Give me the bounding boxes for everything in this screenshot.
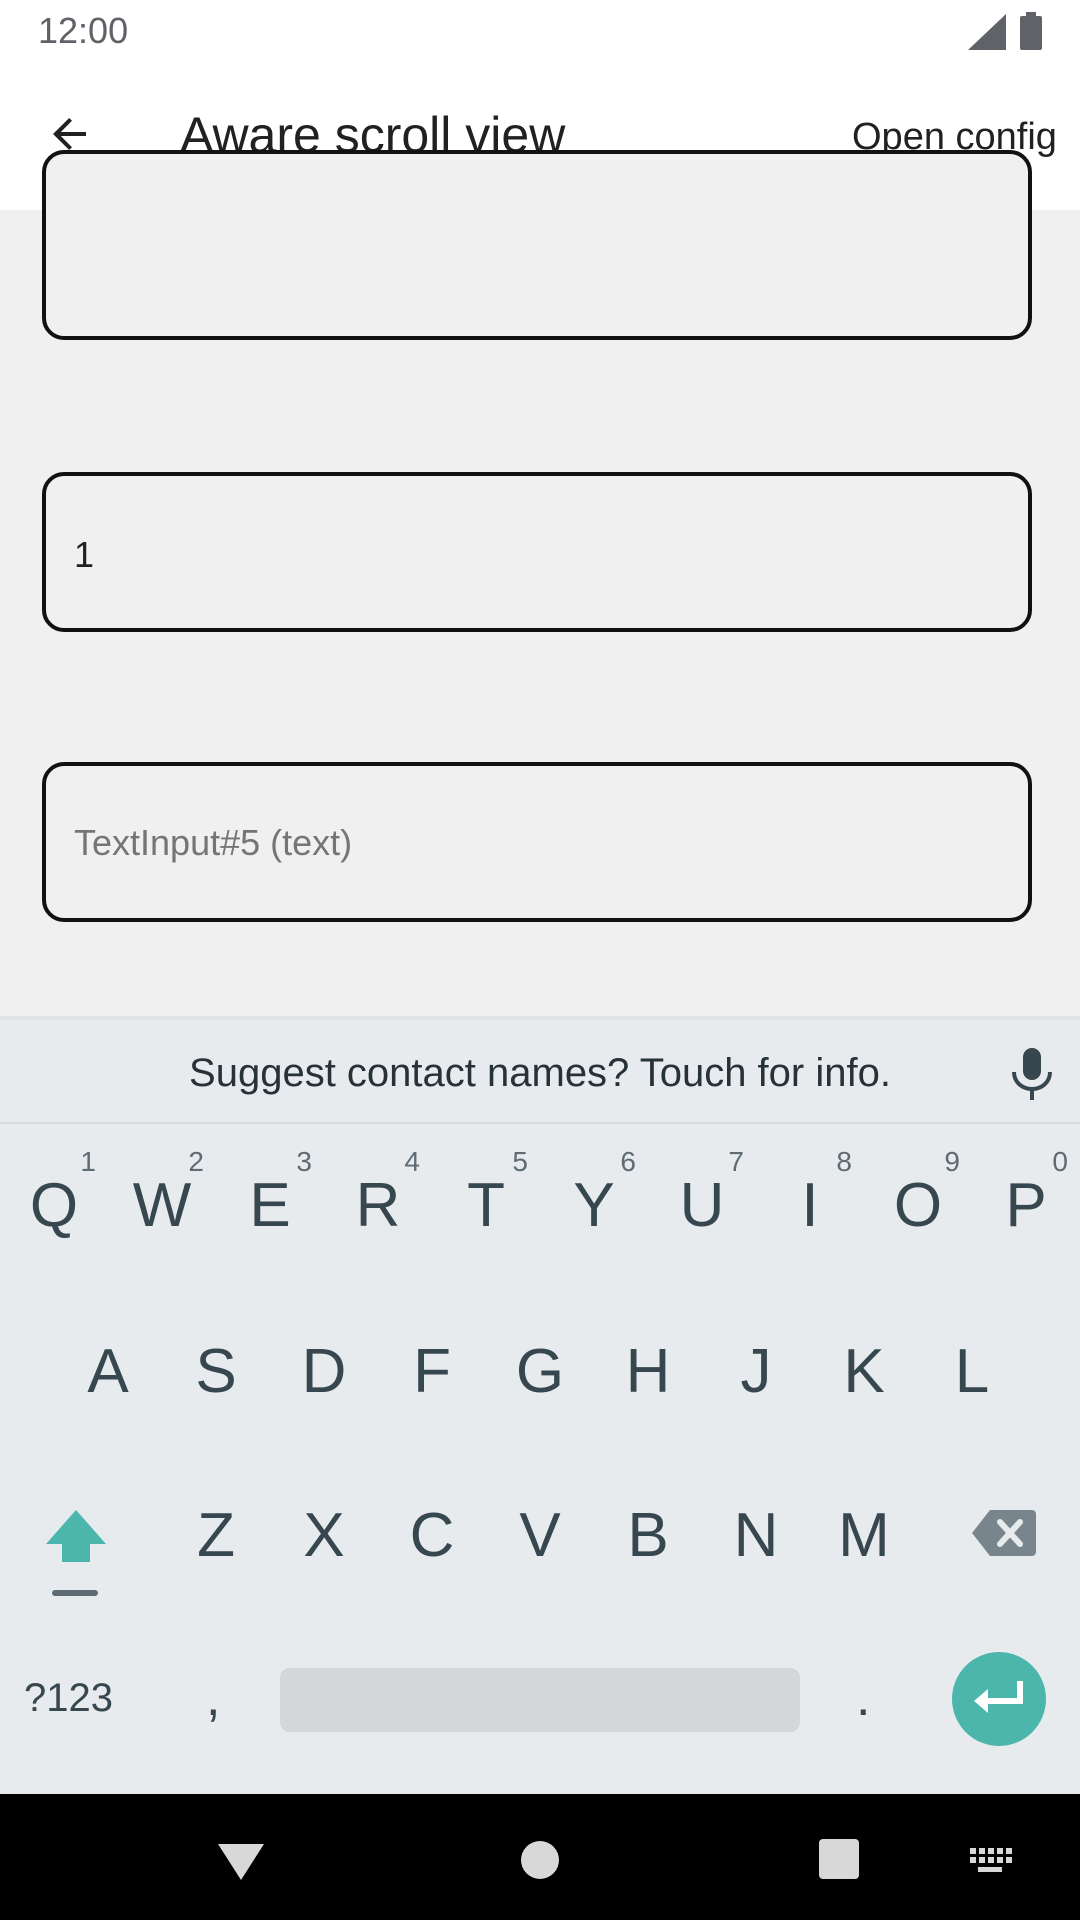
nav-keyboard-icon[interactable] bbox=[968, 1846, 1012, 1874]
key-v[interactable]: V bbox=[486, 1470, 594, 1600]
text-input-4[interactable]: 1 bbox=[42, 472, 1032, 632]
shift-icon[interactable] bbox=[44, 1506, 108, 1566]
status-time: 12:00 bbox=[38, 10, 129, 51]
key-j[interactable]: J bbox=[702, 1306, 810, 1436]
key-f[interactable]: F bbox=[378, 1306, 486, 1436]
key-z[interactable]: Z bbox=[162, 1470, 270, 1600]
key-p[interactable]: P0 bbox=[972, 1140, 1080, 1270]
key-u[interactable]: U7 bbox=[648, 1140, 756, 1270]
mic-icon[interactable] bbox=[1008, 1046, 1056, 1102]
key-s[interactable]: S bbox=[162, 1306, 270, 1436]
comma-key[interactable]: , bbox=[206, 1668, 220, 1728]
caps-indicator bbox=[52, 1590, 98, 1596]
nav-back-icon[interactable] bbox=[216, 1842, 266, 1882]
key-d[interactable]: D bbox=[270, 1306, 378, 1436]
key-g[interactable]: G bbox=[486, 1306, 594, 1436]
enter-button[interactable] bbox=[952, 1652, 1046, 1746]
key-h[interactable]: H bbox=[594, 1306, 702, 1436]
key-l[interactable]: L bbox=[918, 1306, 1026, 1436]
key-r[interactable]: R4 bbox=[324, 1140, 432, 1270]
battery-icon bbox=[1020, 12, 1042, 50]
key-x[interactable]: X bbox=[270, 1470, 378, 1600]
key-w[interactable]: W2 bbox=[108, 1140, 216, 1270]
key-o[interactable]: O9 bbox=[864, 1140, 972, 1270]
text-input-5[interactable]: TextInput#5 (text) bbox=[42, 762, 1032, 922]
key-m[interactable]: M bbox=[810, 1470, 918, 1600]
nav-home-icon[interactable] bbox=[518, 1838, 562, 1882]
space-bar[interactable] bbox=[280, 1668, 800, 1732]
key-a[interactable]: A bbox=[54, 1306, 162, 1436]
key-c[interactable]: C bbox=[378, 1470, 486, 1600]
key-i[interactable]: I8 bbox=[756, 1140, 864, 1270]
signal-icon bbox=[968, 14, 1006, 50]
enter-icon bbox=[974, 1681, 1023, 1713]
input-value: 1 bbox=[74, 534, 95, 575]
key-k[interactable]: K bbox=[810, 1306, 918, 1436]
key-b[interactable]: B bbox=[594, 1470, 702, 1600]
input-placeholder: TextInput#5 (text) bbox=[74, 822, 353, 863]
key-e[interactable]: E3 bbox=[216, 1140, 324, 1270]
text-input-partial[interactable] bbox=[42, 150, 1032, 340]
suggestion-text[interactable]: Suggest contact names? Touch for info. bbox=[0, 1051, 1080, 1096]
period-key[interactable]: . bbox=[856, 1668, 870, 1728]
key-n[interactable]: N bbox=[702, 1470, 810, 1600]
key-y[interactable]: Y6 bbox=[540, 1140, 648, 1270]
symbols-key[interactable]: ?123 bbox=[24, 1676, 113, 1721]
status-bar bbox=[0, 0, 1080, 66]
key-q[interactable]: Q1 bbox=[0, 1140, 108, 1270]
key-t[interactable]: T5 bbox=[432, 1140, 540, 1270]
nav-recents-icon[interactable] bbox=[816, 1836, 862, 1882]
backspace-icon[interactable] bbox=[972, 1510, 1036, 1556]
